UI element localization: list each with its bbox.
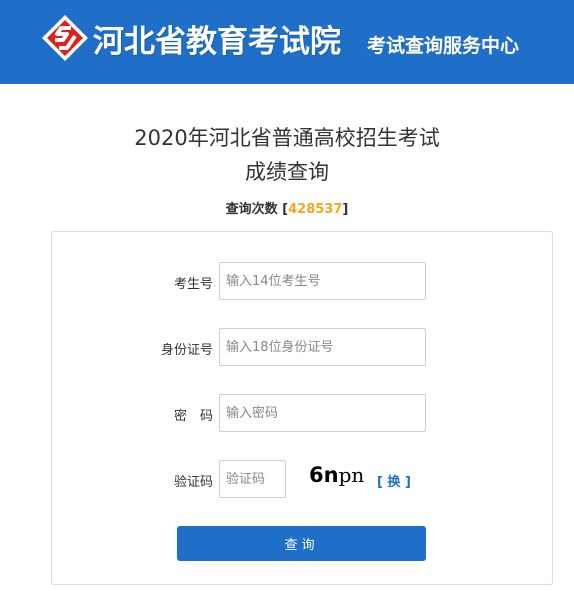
- logo-icon: [42, 15, 88, 61]
- exam-no-input[interactable]: [219, 262, 426, 300]
- query-counter: 查询次数 [428537]: [0, 198, 574, 217]
- password-input[interactable]: [219, 394, 426, 432]
- captcha-input[interactable]: [219, 460, 286, 498]
- submit-query-button[interactable]: 查询: [177, 526, 426, 561]
- id-no-input[interactable]: [219, 328, 426, 366]
- page-subtitle: 成绩查询: [245, 160, 329, 184]
- query-counter-close-bracket: ]: [342, 202, 349, 217]
- captcha-refresh-link[interactable]: [ 换 ]: [377, 471, 411, 490]
- site-header: 河北省教育考试院 考试查询服务中心: [0, 0, 574, 84]
- exam-no-label: 考生号: [173, 277, 213, 292]
- page-title: 2020年河北省普通高校招生考试: [134, 126, 440, 150]
- site-name: 河北省教育考试院: [93, 24, 341, 60]
- query-counter-label: 查询次数: [225, 202, 278, 217]
- id-no-label: 身份证号: [160, 343, 213, 358]
- captcha-label: 验证码: [173, 475, 213, 490]
- site-subtitle: 考试查询服务中心: [367, 35, 520, 57]
- password-label: 密 码: [173, 409, 213, 424]
- captcha-text-b: pn: [338, 463, 365, 487]
- captcha-image[interactable]: 6npn: [309, 463, 364, 487]
- query-counter-value: 428537: [288, 202, 343, 217]
- captcha-text-a: 6n: [309, 463, 339, 487]
